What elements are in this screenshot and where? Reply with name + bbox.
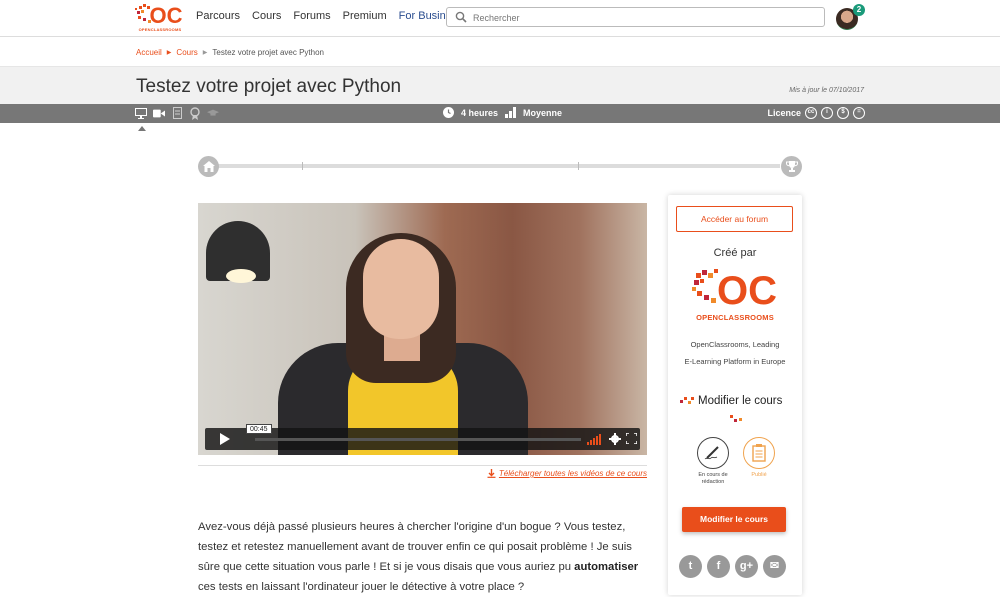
video-camera-icon[interactable] [153, 107, 165, 119]
intro-bold-word: automatiser [574, 561, 639, 573]
step-published: Publié [742, 437, 776, 485]
course-meta: 4 heures Moyenne [443, 107, 562, 118]
course-sidebar-card: Accéder au forum Créé par OC OPENCLASSRO… [668, 195, 802, 595]
course-duration: 4 heures [461, 107, 499, 118]
active-tab-arrow [138, 126, 146, 131]
search-input[interactable] [473, 10, 813, 25]
course-progress-track [198, 156, 802, 177]
attribution-icon[interactable]: i [821, 107, 833, 119]
publication-steps: En cours de rédaction Publié [696, 437, 776, 485]
video-frame-lamp-glow [226, 269, 256, 283]
document-published-icon [743, 437, 775, 469]
home-icon[interactable] [198, 156, 219, 177]
author-description-line: OpenClassrooms, Leading [690, 340, 780, 349]
step-drafting-label: En cours de rédaction [696, 472, 730, 486]
oc-logo-mark: OC [135, 3, 183, 27]
breadcrumb: Accueil ▶ Cours ▶ Testez votre projet av… [136, 48, 324, 57]
volume-icon[interactable] [587, 433, 603, 445]
page-title: Testez votre projet avec Python [136, 76, 402, 97]
progress-separator [578, 162, 579, 170]
course-level: Moyenne [523, 107, 563, 118]
modify-course-heading: Modifier le cours [680, 395, 798, 407]
intro-text-part: ces tests en laissant l'ordinateur jouer… [198, 581, 525, 593]
play-icon[interactable] [213, 432, 235, 446]
author-description-line: E-Learning Platform in Europe [684, 357, 786, 366]
trophy-icon[interactable] [781, 156, 802, 177]
twitter-icon[interactable]: t [679, 555, 702, 578]
breadcrumb-separator-icon: ▶ [166, 50, 172, 56]
main-nav: Parcours Cours Forums Premium For Busine… [196, 10, 463, 22]
screen-icon[interactable] [135, 107, 147, 119]
openclassrooms-logo[interactable]: OC OPENCLASSROOMS [135, 3, 185, 35]
notification-badge[interactable]: 2 [853, 4, 865, 16]
facebook-icon[interactable]: f [707, 555, 730, 578]
video-time-tooltip: 00:45 [246, 424, 272, 434]
svg-text:OC: OC [717, 269, 777, 309]
step-drafting: En cours de rédaction [696, 437, 730, 485]
cc-icon[interactable]: cc [805, 107, 817, 119]
breadcrumb-accueil[interactable]: Accueil [136, 48, 162, 57]
download-videos-link[interactable]: Télécharger toutes les vidéos de ce cour… [499, 469, 647, 478]
nav-forums[interactable]: Forums [293, 10, 330, 22]
created-by-label: Créé par [713, 247, 757, 259]
clock-icon [443, 107, 454, 118]
pencil-icon [697, 437, 729, 469]
pixel-dots-icon [680, 397, 694, 404]
divider [198, 465, 647, 466]
forum-button[interactable]: Accéder au forum [676, 206, 793, 232]
step-drafting-label-line: rédaction [701, 479, 725, 485]
google-plus-icon[interactable]: g+ [735, 555, 758, 578]
nav-cours[interactable]: Cours [252, 10, 281, 22]
download-icon [487, 469, 496, 478]
social-share: t f g+ ✉ [679, 555, 786, 578]
noncommercial-icon[interactable]: $ [837, 107, 849, 119]
breadcrumb-bar: Accueil ▶ Cours ▶ Testez votre projet av… [0, 37, 1000, 67]
download-videos: Télécharger toutes les vidéos de ce cour… [487, 469, 647, 478]
step-published-label: Publié [751, 472, 767, 478]
search-icon [455, 11, 467, 23]
fullscreen-icon[interactable] [626, 433, 637, 444]
search-box [446, 7, 825, 27]
breadcrumb-separator-icon: ▶ [202, 50, 208, 56]
email-icon[interactable]: ✉ [763, 555, 786, 578]
modify-course-button[interactable]: Modifier le cours [682, 507, 786, 532]
modify-course-title: Modifier le cours [698, 395, 783, 407]
video-seek-bar[interactable] [255, 438, 581, 441]
course-video-player[interactable] [198, 203, 647, 455]
svg-text:OC: OC [150, 3, 183, 27]
author-logo[interactable]: OC OPENCLASSROOMS [692, 267, 778, 323]
logo-wordmark: OPENCLASSROOMS [138, 27, 182, 32]
license-label: Licence [767, 108, 801, 118]
nav-premium[interactable]: Premium [343, 10, 387, 22]
graduation-cap-icon[interactable] [207, 107, 219, 119]
intro-text-part: Avez-vous déjà passé plusieurs heures à … [198, 521, 632, 573]
progress-separator [302, 162, 303, 170]
settings-gear-icon[interactable] [609, 433, 621, 445]
course-tab-icons [135, 106, 219, 120]
pixel-dots-icon [730, 415, 742, 422]
updated-date: Mis à jour le 07/10/2017 [789, 87, 864, 94]
author-logo-wordmark: OPENCLASSROOMS [696, 313, 774, 322]
video-frame-presenter-face [363, 239, 439, 339]
difficulty-bars-icon [505, 107, 517, 118]
license-info: Licence cc i $ = [767, 107, 865, 119]
course-intro-text: Avez-vous déjà passé plusieurs heures à … [198, 517, 647, 597]
course-info-bar: 4 heures Moyenne Licence cc i $ = [0, 104, 1000, 123]
nav-parcours[interactable]: Parcours [196, 10, 240, 22]
document-icon[interactable] [171, 107, 183, 119]
course-title-band: Testez votre projet avec Python Mis à jo… [0, 67, 1000, 104]
oc-author-logo-mark: OC [692, 269, 777, 309]
step-drafting-label-line: En cours de [698, 472, 728, 478]
top-navbar: OC OPENCLASSROOMS Parcours Cours Forums … [0, 0, 1000, 37]
breadcrumb-cours[interactable]: Cours [176, 48, 197, 57]
noderivatives-icon[interactable]: = [853, 107, 865, 119]
breadcrumb-current: Testez votre projet avec Python [212, 48, 325, 57]
certificate-icon[interactable] [189, 106, 201, 120]
author-description: OpenClassrooms, Leading E-Learning Platf… [668, 336, 802, 370]
